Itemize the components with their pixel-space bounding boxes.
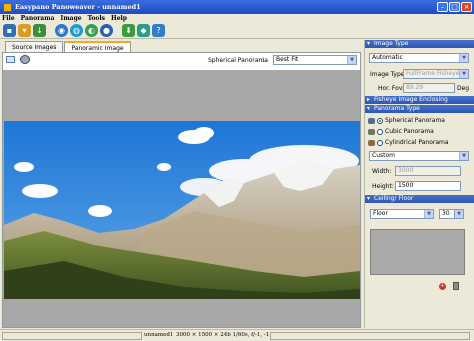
tab-panoramic-image[interactable]: Panoramic Image [64,41,131,52]
radio-spherical[interactable]: Spherical Panorama [368,117,445,124]
floor-size-dropdown[interactable]: ▼ [455,209,464,219]
image-view-icon[interactable] [6,56,15,63]
chevron-down-icon[interactable]: ▼ [455,210,463,218]
panorama-picture [4,121,360,299]
section-fisheye-enclosing[interactable]: Fisheye Image Enclosing [365,96,474,104]
maximize-button[interactable]: □ [449,2,460,12]
radio-dot[interactable] [377,128,383,135]
height-field[interactable]: 1500 [395,181,461,191]
hor-fov-field: 89.29 [403,83,455,93]
fit-select-value: Best Fit [276,56,299,63]
floor-preview [370,229,465,275]
status-panel-right [270,332,470,340]
preview-toolbar: Spherical Panorama ⟂ Best Fit ▼ [3,53,360,67]
chevron-down-icon[interactable]: ▼ [347,56,356,64]
section-image-type[interactable]: Image Type [365,40,474,48]
chevron-down-icon[interactable]: ▼ [424,210,433,218]
panorama-image [4,121,360,299]
section-ceiling-floor[interactable]: Ceiling/ Floor [365,195,474,203]
minimize-button[interactable]: – [437,2,448,12]
radio-cubic-label: Cubic Panorama [385,128,434,135]
chevron-down-icon[interactable]: ▼ [459,152,468,160]
close-button[interactable]: × [461,2,472,12]
radio-spherical-label: Spherical Panorama [385,117,445,124]
menu-tools[interactable]: Tools [88,15,105,22]
status-bar: unnamed1 3000 × 1500 × 24b 1/60s, f/-1, … [0,329,474,341]
height-label: Height: [372,183,394,190]
menu-bar: File Panorama Image Tools Help [0,14,474,23]
menu-help[interactable]: Help [111,15,127,22]
radio-dot[interactable] [377,139,383,146]
radio-cylindrical-label: Cylindrical Panorama [385,139,449,146]
menu-image[interactable]: Image [61,15,82,22]
open-icon[interactable]: ▾ [18,24,31,37]
chevron-down-icon: ▼ [459,70,468,78]
window-title: Easypano Panoweaver - unnamed1 [15,3,141,11]
panoramic-panel: Spherical Panorama ⟂ Best Fit ▼ [2,52,361,328]
image-type-label: Image Type: [370,71,407,78]
app-icon [3,2,12,12]
radio-cubic[interactable]: Cubic Panorama [368,128,434,135]
preview-icon[interactable]: ● [100,24,113,37]
size-preset-select[interactable]: Custom ▼ [369,151,469,161]
title-bar: Easypano Panoweaver - unnamed1 – □ × [0,0,474,14]
cube-icon [368,128,375,135]
floor-size-field[interactable]: 30 [439,209,455,219]
new-project-icon[interactable]: ▪ [3,24,16,37]
width-label: Width: [372,168,392,175]
hor-fov-unit: Deg [457,85,470,92]
workspace: Source Images Panoramic Image Spherical … [2,41,361,328]
radio-cylindrical[interactable]: Cylindrical Panorama [368,139,449,146]
stitch-icon[interactable]: ◐ [85,24,98,37]
export-icon[interactable]: ◆ [137,24,150,37]
settings-sidebar: Image Type Automatic ▼ Image Type: FullF… [364,40,474,328]
delete-icon[interactable] [453,282,459,290]
tab-source-images[interactable]: Source Images [5,41,64,52]
cylinder-icon [368,139,375,146]
projection-label: Spherical Panorama [208,57,268,64]
menu-file[interactable]: File [2,15,15,22]
tab-strip: Source Images Panoramic Image [2,41,361,52]
add-image-icon[interactable]: ◉ [55,24,68,37]
help-icon[interactable]: ? [152,24,165,37]
radio-dot[interactable] [377,117,383,124]
chevron-down-icon[interactable]: ▼ [459,54,468,62]
image-type-select-value: Automatic [372,54,403,61]
window-controls: – □ × [437,2,472,12]
floor-select[interactable]: Floor ▼ [370,209,434,219]
menu-panorama[interactable]: Panorama [21,15,55,22]
floor-select-value: Floor [373,210,388,217]
fit-select[interactable]: Best Fit ▼ [273,55,357,65]
publish-icon[interactable]: ⬇ [122,24,135,37]
save-icon[interactable]: ↓ [33,24,46,37]
sphere-view-icon[interactable] [20,55,30,64]
status-filename: unnamed1 [144,332,174,338]
add-logo-icon[interactable]: + [439,283,446,290]
status-image-info: 3000 × 1500 × 24b 1/60s, f/-1, -1 [176,332,270,338]
preview-canvas[interactable] [3,70,360,327]
lens-type-select-value: FullFrame Fisheye [406,70,460,77]
image-type-select[interactable]: Automatic ▼ [369,53,469,63]
lens-type-select: FullFrame Fisheye ▼ [403,69,469,79]
size-preset-value: Custom [372,152,395,159]
toolbar: ▪ ▾ ↓ ◉ ◍ ◐ ● ⬇ ◆ ? [0,23,474,39]
sphere-icon [368,117,375,124]
section-panorama-type[interactable]: Panorama Type [365,105,474,113]
status-panel-left [2,332,142,340]
width-field: 3000 [395,166,461,176]
globe-icon[interactable]: ◍ [70,24,83,37]
pin-icon[interactable]: ⟂ [261,56,266,65]
hor-fov-label: Hor. Fov: [378,85,405,92]
